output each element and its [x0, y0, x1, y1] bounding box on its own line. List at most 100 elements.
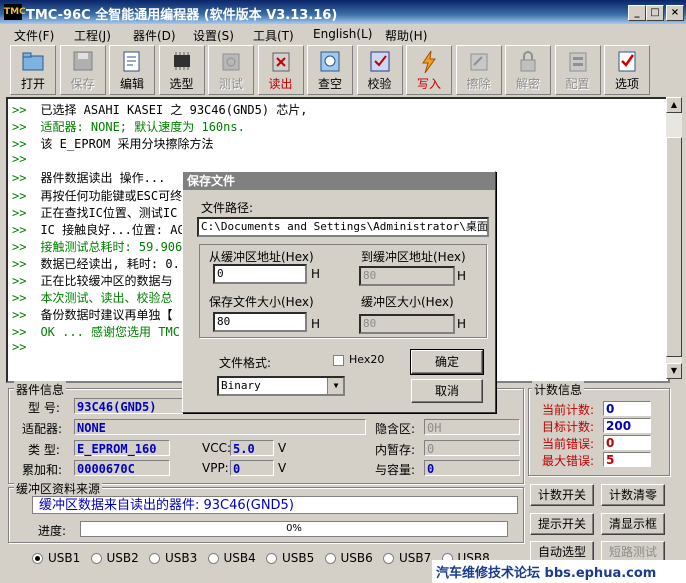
toolbar-button-label: 写入 — [416, 77, 441, 91]
counter-title: 计数信息 — [532, 381, 585, 398]
hex20-checkbox[interactable] — [333, 355, 344, 366]
usb-radio-2[interactable] — [90, 553, 102, 564]
maximize-button[interactable]: □ — [646, 5, 664, 21]
menu-device[interactable]: 器件(D) — [133, 27, 176, 44]
log-line: >> 再按任何功能键或ESC可终 — [12, 187, 182, 204]
toolbar-button-label: 擦除 — [466, 77, 491, 91]
toolbar-button-1[interactable]: 保存 — [59, 45, 106, 95]
toolbar-button-0[interactable]: 打开 — [10, 45, 56, 95]
capacity-label: 与容量: — [375, 463, 416, 477]
erase-icon — [470, 53, 487, 71]
max-errors-value: 5 — [603, 452, 651, 467]
save-file-dialog: 保存文件 文件路径: C:\Documents and Settings\Adm… — [182, 171, 496, 413]
watermark: 汽车维修技术论坛 bbs.ephua.com — [432, 560, 686, 583]
current-count-value: 0 — [603, 401, 651, 416]
minimize-button[interactable]: _ — [628, 5, 646, 21]
log-text: 接触测试总耗时: 59.906 — [40, 239, 183, 254]
toolbar-button-12[interactable]: 选项 — [604, 45, 650, 95]
hint-toggle-button[interactable]: 提示开关 — [530, 513, 594, 535]
usb-radio-1[interactable] — [32, 553, 43, 564]
folder-icon — [22, 52, 44, 71]
checksum-label: 累加和: — [22, 463, 63, 477]
usb-radio-6[interactable] — [324, 553, 336, 564]
log-prompt: >> — [12, 152, 27, 167]
log-text: 已选择 ASAHI KASEI 之 93C46(GND5) 芯片, — [40, 103, 308, 117]
toolbar-button-10[interactable]: 解密 — [505, 45, 551, 95]
type-value: E_EPROM_160 — [74, 440, 170, 456]
usb-radio-5[interactable] — [266, 553, 277, 564]
log-line: >> — [12, 340, 40, 354]
capacity-value: 0 — [424, 460, 520, 476]
file-format-select[interactable]: Binary ▼ — [217, 376, 345, 396]
decrypt-icon — [520, 51, 536, 72]
log-prompt: >> — [12, 291, 27, 306]
log-text: 正在查找IC位置、测试IC — [40, 205, 178, 220]
toolbar-button-3[interactable]: 选型 — [158, 45, 205, 95]
vcc-value: 5.0 — [230, 440, 274, 456]
file-format-label: 文件格式: — [219, 356, 272, 370]
adapter-label: 适配器: — [22, 422, 63, 436]
log-text: 器件数据读出 操作... — [40, 171, 166, 186]
log-text: 该 E_EPROM 采用分块擦除方法 — [40, 137, 214, 152]
chevron-down-icon[interactable]: ▼ — [327, 378, 343, 394]
log-text: IC 接触良好...位置: AG — [40, 222, 185, 237]
usb-radio-7[interactable] — [383, 553, 394, 564]
usb-radio-label: USB1 — [48, 551, 81, 565]
log-line: >> 正在比较缓冲区的数据与 — [12, 272, 172, 289]
menu-settings[interactable]: 设置(S) — [193, 27, 234, 44]
toolbar-button-6[interactable]: 查空 — [307, 45, 353, 95]
cancel-button[interactable]: 取消 — [411, 379, 483, 403]
model-label: 型 号: — [28, 401, 60, 415]
device-info-title: 器件信息 — [14, 381, 67, 398]
title-bar[interactable]: TMC TMC-96C 全智能通用编程器 (软件版本 V3.13.16) _ □… — [0, 0, 686, 24]
options-icon — [618, 51, 636, 72]
save-icon — [73, 51, 92, 71]
toolbar-button-7[interactable]: 校验 — [356, 45, 403, 95]
dialog-title[interactable]: 保存文件 — [183, 172, 495, 190]
menu-tools[interactable]: 工具(T) — [253, 27, 294, 44]
watermark-text: 汽车维修技术论坛 bbs.ephua.com — [436, 566, 657, 581]
usb-radio-3[interactable] — [149, 553, 160, 564]
close-button[interactable]: × — [666, 5, 684, 21]
toolbar-button-4[interactable]: 测试 — [208, 45, 254, 95]
vcc-unit: V — [278, 441, 287, 455]
save-size-input[interactable]: 80 — [213, 312, 307, 332]
menu-language[interactable]: English(L) — [313, 27, 372, 41]
count-reset-button[interactable]: 计数清零 — [601, 484, 665, 506]
save-size-unit: H — [311, 317, 321, 331]
file-path-input[interactable]: C:\Documents and Settings\Administrator\… — [197, 217, 489, 237]
from-address-input[interactable]: 0 — [213, 264, 307, 284]
temp-storage-label: 内暂存: — [375, 443, 416, 457]
log-text: 本次测试、读出、校验总 — [40, 291, 173, 306]
clear-display-button[interactable]: 清显示框 — [601, 513, 665, 535]
toolbar-button-9[interactable]: 擦除 — [455, 45, 502, 95]
menu-bar: 文件(F) 工程(J) 器件(D) 设置(S) 工具(T) English(L)… — [0, 24, 686, 44]
ok-button[interactable]: 确定 — [410, 349, 484, 375]
progress-label: 进度: — [38, 524, 67, 538]
menu-file[interactable]: 文件(F) — [14, 27, 54, 44]
scroll-up-arrow-icon[interactable]: ▲ — [666, 97, 682, 113]
count-toggle-button[interactable]: 计数开关 — [530, 484, 594, 506]
current-errors-label: 当前错误: — [542, 437, 595, 451]
log-line: >> 本次测试、读出、校验总 — [12, 289, 172, 306]
buffer-size-input[interactable]: 80 — [359, 314, 455, 334]
menu-project[interactable]: 工程(J) — [74, 27, 111, 44]
usb-radio-4[interactable] — [207, 553, 219, 564]
log-scrollbar[interactable]: ▲ ▼ — [666, 97, 682, 379]
toolbar-button-8[interactable]: 写入 — [406, 45, 452, 95]
log-prompt: >> — [12, 120, 27, 135]
log-line: >> IC 接触良好...位置: AG — [12, 221, 185, 238]
log-line: >> 接触测试总耗时: 59.906 — [12, 238, 182, 255]
current-count-label: 当前计数: — [542, 403, 595, 417]
window-title: TMC-96C 全智能通用编程器 (软件版本 V3.13.16) — [26, 8, 338, 23]
vcc-label: VCC: — [202, 441, 232, 455]
toolbar-button-5[interactable]: 读出 — [257, 45, 304, 95]
toolbar-button-11[interactable]: 配置 — [554, 45, 601, 95]
edit-icon — [123, 51, 140, 72]
model-value: 93C46(GND5) — [74, 398, 184, 414]
toolbar-button-2[interactable]: 编辑 — [109, 45, 155, 95]
scroll-thumb[interactable] — [666, 137, 682, 357]
to-address-input[interactable]: 80 — [359, 266, 455, 286]
menu-help[interactable]: 帮助(H) — [385, 27, 427, 44]
scroll-down-arrow-icon[interactable]: ▼ — [666, 363, 682, 379]
